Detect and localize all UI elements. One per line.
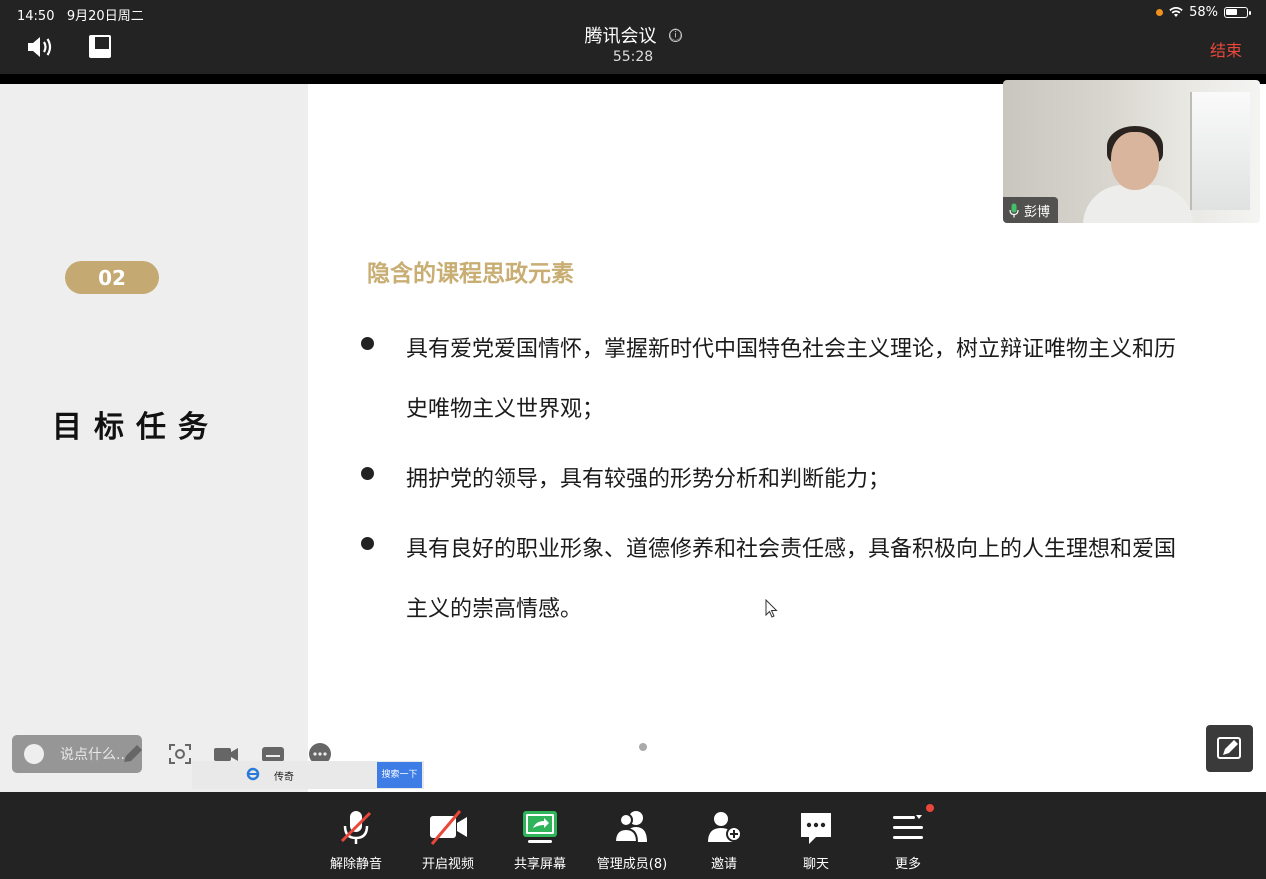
page-indicator-dot: [639, 743, 647, 751]
chat-button[interactable]: 聊天: [770, 792, 862, 879]
share-screen-label: 共享屏幕: [513, 857, 566, 872]
bullet-item: 具有良好的职业形象、道德修养和社会责任感，具备积极向上的人生理想和爱国主义的崇高…: [358, 520, 1188, 640]
participant-video-tile[interactable]: 彭博: [1003, 80, 1260, 223]
section-number-badge: 02: [65, 261, 159, 294]
participant-figure: [1083, 185, 1193, 223]
battery-percent: 58%: [1189, 5, 1218, 20]
video-background: [1190, 92, 1250, 210]
meeting-timer: 55:28: [612, 49, 654, 65]
share-screen-button[interactable]: 共享屏幕: [494, 792, 586, 879]
browser-label[interactable]: 传奇: [274, 768, 294, 783]
mic-muted-icon: [340, 811, 372, 844]
end-meeting-button[interactable]: 结束: [1210, 37, 1242, 61]
participant-name-badge: 彭博: [1003, 197, 1059, 223]
camera-off-icon: [430, 810, 467, 845]
unmute-button[interactable]: 解除静音: [310, 792, 402, 879]
participant-name: 彭博: [1024, 204, 1051, 220]
status-indicators: 58%: [1156, 5, 1251, 20]
slide-sidebar: 02 目标任务: [0, 84, 308, 792]
top-bar: 14:50 9月20日周二 58% 腾讯会议 ⓘ 55:28 结束: [0, 0, 1266, 74]
bullet-item: 具有爱党爱国情怀，掌握新时代中国特色社会主义理论，树立辩证唯物主义和历史唯物主义…: [358, 320, 1188, 440]
mic-icon: [1009, 203, 1019, 217]
invite-icon: [708, 812, 742, 842]
section-title: 目标任务: [52, 410, 220, 445]
notification-dot: [926, 804, 934, 812]
bottom-toolbar: 解除静音 开启视频 共享屏幕 管理成员(8) 邀请 聊天 更多: [0, 792, 1266, 879]
bullet-item: 拥护党的领导，具有较强的形势分析和判断能力；: [358, 450, 1188, 510]
participant-figure: [1111, 132, 1159, 190]
slide-heading: 隐含的课程思政元素: [367, 261, 574, 287]
start-video-label: 开启视频: [421, 857, 474, 872]
chat-label: 聊天: [802, 857, 829, 872]
unmute-label: 解除静音: [329, 857, 382, 872]
annotate-icon: [1217, 737, 1241, 759]
battery-icon: [1224, 7, 1251, 18]
meeting-title-text: 腾讯会议: [584, 26, 657, 47]
chat-icon: [801, 813, 831, 844]
more-label: 更多: [894, 857, 921, 872]
manage-members-button[interactable]: 管理成员(8): [586, 792, 678, 879]
meeting-title[interactable]: 腾讯会议 ⓘ: [0, 22, 1266, 48]
info-icon[interactable]: ⓘ: [668, 29, 682, 42]
wifi-icon: [1169, 7, 1183, 17]
pen-icon[interactable]: [120, 742, 146, 766]
share-screen-icon: [523, 811, 557, 843]
cursor-icon: [765, 599, 778, 618]
emoji-icon[interactable]: [24, 744, 44, 764]
invite-label: 邀请: [710, 857, 737, 872]
invite-button[interactable]: 邀请: [678, 792, 770, 879]
browser-icon[interactable]: [246, 767, 260, 781]
more-icon: [893, 815, 923, 839]
manage-members-label: 管理成员(8): [596, 857, 668, 872]
recording-indicator-icon: [1156, 9, 1164, 16]
search-button[interactable]: 搜索一下: [377, 762, 422, 788]
more-button[interactable]: 更多: [862, 792, 954, 879]
screenshot-icon[interactable]: [167, 742, 193, 766]
chat-placeholder: 说点什么...: [60, 747, 130, 763]
start-video-button[interactable]: 开启视频: [402, 792, 494, 879]
annotate-button[interactable]: [1206, 725, 1253, 772]
members-icon: [613, 811, 647, 843]
